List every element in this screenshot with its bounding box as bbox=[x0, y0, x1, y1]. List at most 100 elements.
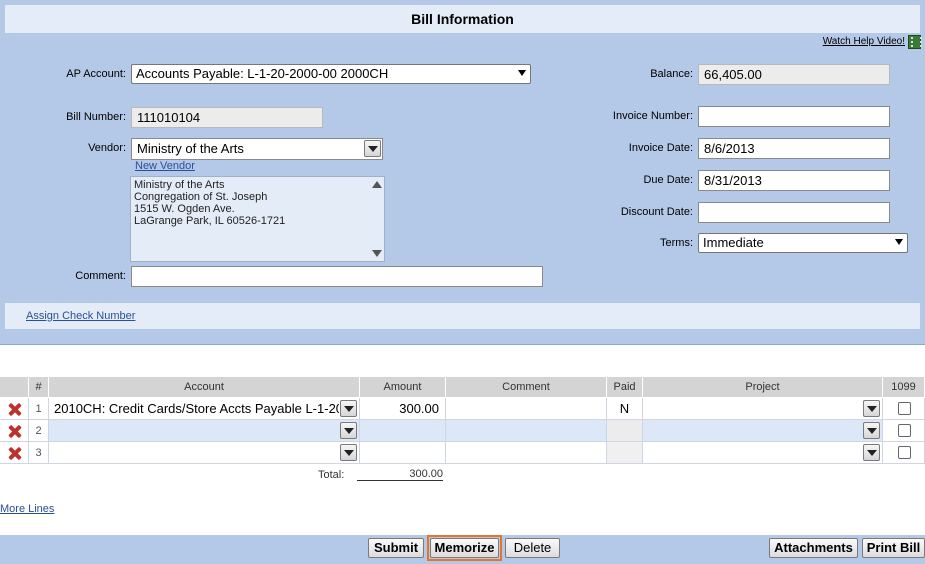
delete-x-icon[interactable] bbox=[8, 403, 21, 416]
discount-date-label: Discount Date: bbox=[620, 206, 693, 218]
comment-field[interactable] bbox=[131, 266, 543, 287]
scroll-up-icon[interactable] bbox=[372, 181, 382, 188]
total-label: Total: bbox=[318, 469, 345, 481]
delete-button[interactable]: Delete bbox=[505, 538, 560, 558]
invoice-number-label: Invoice Number: bbox=[612, 110, 693, 122]
balance-field: 66,405.00 bbox=[698, 64, 890, 85]
button-bar: Submit Memorize Delete Attachments Print… bbox=[0, 535, 925, 564]
row-number: 3 bbox=[29, 442, 49, 464]
total-value: 300.00 bbox=[357, 468, 443, 481]
new-vendor-link[interactable]: New Vendor bbox=[135, 160, 195, 172]
project-dropdown-button[interactable] bbox=[863, 422, 880, 439]
project-cell[interactable] bbox=[643, 420, 883, 442]
column-header-account: Account bbox=[49, 377, 360, 397]
amount-cell[interactable]: 300.00 bbox=[360, 398, 446, 420]
delete-column-header bbox=[0, 377, 29, 397]
ap-account-value: Accounts Payable: L-1-20-2000-00 2000CH bbox=[136, 66, 389, 81]
table-row: 1 2010CH: Credit Cards/Store Accts Payab… bbox=[0, 398, 925, 420]
address-line: LaGrange Park, IL 60526-1721 bbox=[134, 215, 286, 227]
delete-row-button[interactable] bbox=[0, 442, 29, 464]
bill-number-label: Bill Number: bbox=[66, 111, 126, 123]
paid-cell: N bbox=[607, 398, 643, 420]
address-line: 1515 W. Ogden Ave. bbox=[134, 203, 235, 215]
account-cell[interactable] bbox=[49, 442, 360, 464]
project-dropdown-button[interactable] bbox=[863, 400, 880, 417]
ap-account-label: AP Account: bbox=[66, 68, 126, 80]
1099-checkbox[interactable] bbox=[898, 424, 911, 437]
column-header-num: # bbox=[29, 377, 49, 397]
address-scrollbar[interactable] bbox=[370, 178, 383, 260]
panel-title: Bill Information bbox=[5, 5, 920, 33]
submit-button[interactable]: Submit bbox=[368, 538, 424, 558]
check-number-bar: Assign Check Number bbox=[5, 303, 920, 329]
chevron-down-icon bbox=[895, 239, 903, 245]
vendor-label: Vendor: bbox=[88, 142, 126, 154]
more-lines-link[interactable]: More Lines bbox=[0, 503, 54, 515]
chevron-down-icon bbox=[518, 70, 526, 76]
attachments-button[interactable]: Attachments bbox=[769, 538, 858, 558]
terms-label: Terms: bbox=[660, 237, 693, 249]
comment-cell[interactable] bbox=[446, 420, 607, 442]
ap-account-select[interactable]: Accounts Payable: L-1-20-2000-00 2000CH bbox=[131, 64, 531, 84]
memorize-button[interactable]: Memorize bbox=[430, 538, 499, 558]
project-dropdown-button[interactable] bbox=[863, 444, 880, 461]
comment-cell[interactable] bbox=[446, 398, 607, 420]
account-dropdown-button[interactable] bbox=[340, 444, 357, 461]
column-header-project: Project bbox=[643, 377, 883, 397]
assign-check-number-link[interactable]: Assign Check Number bbox=[26, 310, 135, 322]
address-line: Ministry of the Arts bbox=[134, 179, 225, 191]
row-number: 2 bbox=[29, 420, 49, 442]
vendor-address-box[interactable]: Ministry of the Arts Congregation of St.… bbox=[130, 176, 385, 262]
paid-cell bbox=[607, 420, 643, 442]
terms-value: Immediate bbox=[703, 235, 764, 250]
due-date-label: Due Date: bbox=[643, 174, 693, 186]
address-line: Congregation of St. Joseph bbox=[134, 191, 268, 203]
account-cell[interactable] bbox=[49, 420, 360, 442]
delete-row-button[interactable] bbox=[0, 398, 29, 420]
account-cell[interactable]: 2010CH: Credit Cards/Store Accts Payable… bbox=[49, 398, 360, 420]
1099-cell bbox=[883, 420, 925, 442]
1099-cell bbox=[883, 398, 925, 420]
scroll-down-icon[interactable] bbox=[372, 250, 382, 257]
discount-date-field[interactable] bbox=[698, 202, 890, 223]
table-row: 3 bbox=[0, 442, 925, 464]
amount-cell[interactable] bbox=[360, 442, 446, 464]
project-cell[interactable] bbox=[643, 442, 883, 464]
1099-cell bbox=[883, 442, 925, 464]
row-number: 1 bbox=[29, 398, 49, 420]
terms-select[interactable]: Immediate bbox=[698, 233, 908, 253]
delete-x-icon[interactable] bbox=[8, 425, 21, 438]
watch-help-video-link[interactable]: Watch Help Video! bbox=[823, 36, 905, 47]
account-dropdown-button[interactable] bbox=[340, 422, 357, 439]
column-header-comment: Comment bbox=[446, 377, 607, 397]
due-date-field[interactable]: 8/31/2013 bbox=[698, 170, 890, 191]
amount-cell[interactable] bbox=[360, 420, 446, 442]
column-header-1099: 1099 bbox=[883, 377, 925, 397]
account-dropdown-button[interactable] bbox=[340, 400, 357, 417]
amount-value: 300.00 bbox=[399, 401, 439, 416]
print-bill-button[interactable]: Print Bill bbox=[862, 538, 925, 558]
balance-label: Balance: bbox=[650, 68, 693, 80]
paid-cell bbox=[607, 442, 643, 464]
delete-row-button[interactable] bbox=[0, 420, 29, 442]
comment-cell[interactable] bbox=[446, 442, 607, 464]
delete-x-icon[interactable] bbox=[8, 447, 21, 460]
1099-checkbox[interactable] bbox=[898, 402, 911, 415]
project-cell[interactable] bbox=[643, 398, 883, 420]
bill-number-field: 111010104 bbox=[131, 107, 323, 128]
account-value: 2010CH: Credit Cards/Store Accts Payable… bbox=[54, 401, 339, 416]
invoice-date-field[interactable]: 8/6/2013 bbox=[698, 138, 890, 159]
bill-information-panel: Bill Information Watch Help Video! AP Ac… bbox=[0, 0, 925, 345]
comment-label: Comment: bbox=[75, 270, 126, 282]
invoice-date-label: Invoice Date: bbox=[628, 142, 693, 154]
film-icon[interactable] bbox=[908, 35, 922, 49]
vendor-combo[interactable]: Ministry of the Arts bbox=[131, 138, 383, 160]
table-row: 2 bbox=[0, 420, 925, 442]
vendor-value: Ministry of the Arts bbox=[137, 141, 244, 156]
1099-checkbox[interactable] bbox=[898, 446, 911, 459]
column-header-amount: Amount bbox=[360, 377, 446, 397]
column-header-paid: Paid bbox=[607, 377, 643, 397]
invoice-number-field[interactable] bbox=[698, 106, 890, 127]
grid-header-row: # Account Amount Comment Paid Project 10… bbox=[0, 377, 925, 397]
vendor-dropdown-button[interactable] bbox=[364, 140, 381, 157]
